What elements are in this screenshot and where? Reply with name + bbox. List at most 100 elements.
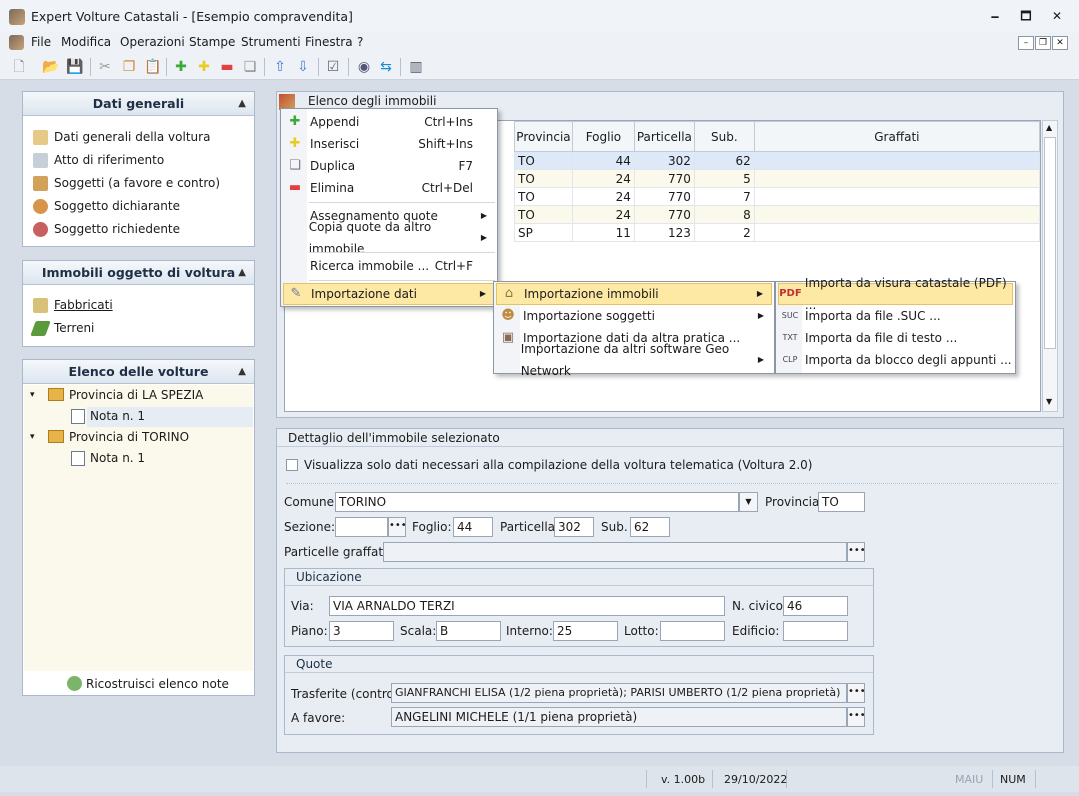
table-row[interactable]: SP 11 123 2 (514, 223, 1041, 242)
exit-icon[interactable]: ▥ (407, 58, 425, 76)
menu-help[interactable]: ? (357, 35, 363, 49)
duplicate-icon[interactable]: ❏ (241, 58, 259, 76)
menu-operazioni[interactable]: Operazioni (120, 35, 185, 49)
tree-item-la-spezia[interactable]: Provincia di LA SPEZIA (69, 388, 203, 402)
lotto-field[interactable] (660, 621, 725, 641)
menu-item-duplica[interactable]: ❏ Duplica F7 (283, 155, 495, 177)
expand-icon[interactable]: ▾ (30, 390, 35, 400)
nav-atto-riferimento[interactable]: Atto di riferimento (33, 150, 164, 170)
col-particella[interactable]: Particella (633, 121, 695, 152)
title-bar: Expert Volture Catastali - [Esempio comp… (0, 0, 1079, 34)
collapse-icon[interactable]: ▲ (238, 92, 246, 116)
sezione-field[interactable] (335, 517, 388, 537)
provincia-field[interactable]: TO (818, 492, 865, 512)
collapse-icon[interactable]: ▲ (238, 360, 246, 384)
panel-header[interactable]: Immobili oggetto di voltura ▲ (23, 261, 254, 285)
tree-item-nota[interactable]: Nota n. 1 (90, 451, 145, 465)
rebuild-notes-button[interactable]: Ricostruisci elenco note (67, 676, 229, 691)
teamviewer-icon[interactable]: ⇆ (377, 58, 395, 76)
menu-stampe[interactable]: Stampe (189, 35, 235, 49)
chevron-down-icon[interactable]: ▼ (739, 492, 758, 512)
nav-soggetto-dichiarante[interactable]: Soggetto dichiarante (33, 196, 180, 216)
col-provincia[interactable]: Provincia (514, 121, 573, 152)
col-sub[interactable]: Sub. (693, 121, 755, 152)
table-row[interactable]: TO 44 302 62 (514, 151, 1041, 170)
menu-item-importazione-geo-network[interactable]: Importazione da altri software Geo Netwo… (496, 342, 772, 378)
menu-item-importazione-immobili[interactable]: ⌂ Importazione immobili ▶ (496, 283, 772, 305)
mdi-restore-button[interactable]: ❐ (1035, 36, 1051, 50)
civico-field[interactable]: 46 (783, 596, 848, 616)
move-up-icon[interactable]: ⇧ (271, 58, 289, 76)
minimize-button[interactable]: 🗕 (986, 8, 1004, 24)
mdi-minimize-button[interactable]: – (1018, 36, 1034, 50)
paste-icon[interactable]: 📋 (144, 58, 162, 76)
interno-field[interactable]: 25 (553, 621, 618, 641)
favore-browse-button[interactable]: ••• (847, 707, 866, 727)
table-row[interactable]: TO 24 770 7 (514, 187, 1041, 206)
save-icon[interactable]: 💾 (66, 58, 84, 76)
menu-item-ricerca[interactable]: Ricerca immobile ... Ctrl+F (283, 255, 495, 277)
contro-field[interactable]: GIANFRANCHI ELISA (1/2 piena proprietà);… (391, 683, 847, 703)
append-icon[interactable]: ✚ (172, 58, 190, 76)
mdi-close-button[interactable]: ✕ (1052, 36, 1068, 50)
nav-soggetti[interactable]: Soggetti (a favore e contro) (33, 173, 220, 193)
sub-field[interactable]: 62 (630, 517, 670, 537)
menu-file[interactable]: File (31, 35, 51, 49)
foglio-field[interactable]: 44 (453, 517, 493, 537)
close-button[interactable]: ✕ (1048, 8, 1066, 24)
graffate-field[interactable] (383, 542, 847, 562)
menu-item-appendi[interactable]: ✚ Appendi Ctrl+Ins (283, 111, 495, 133)
table-row[interactable]: TO 24 770 5 (514, 169, 1041, 188)
tree-item-nota[interactable]: Nota n. 1 (90, 409, 145, 423)
nav-fabbricati[interactable]: Fabbricati (33, 295, 113, 315)
menu-item-importazione-soggetti[interactable]: ☻ Importazione soggetti ▶ (496, 305, 772, 327)
edificio-field[interactable] (783, 621, 848, 641)
nav-terreni[interactable]: Terreni (30, 318, 94, 338)
open-folder-icon[interactable]: 📂 (42, 58, 60, 76)
help-icon[interactable]: ◉ (355, 58, 373, 76)
check-icon[interactable]: ☑ (324, 58, 342, 76)
collapse-icon[interactable]: ▲ (238, 261, 246, 285)
vertical-scrollbar[interactable]: ▲ ▼ (1042, 120, 1058, 412)
cut-icon[interactable]: ✂ (96, 58, 114, 76)
particella-field[interactable]: 302 (554, 517, 594, 537)
sezione-browse-button[interactable]: ••• (388, 517, 407, 537)
graffate-browse-button[interactable]: ••• (847, 542, 866, 562)
menu-item-file-suc[interactable]: SUC Importa da file .SUC ... (778, 305, 1013, 327)
via-field[interactable]: VIA ARNALDO TERZI (329, 596, 725, 616)
new-icon[interactable]: 🗋 (10, 58, 28, 76)
menu-finestra[interactable]: Finestra (305, 35, 353, 49)
menu-item-copia-quote[interactable]: Copia quote da altro immobile ▶ (283, 220, 495, 256)
piano-field[interactable]: 3 (329, 621, 394, 641)
nav-dati-generali[interactable]: Dati generali della voltura (33, 127, 210, 147)
nav-soggetto-richiedente[interactable]: Soggetto richiedente (33, 219, 180, 239)
menu-modifica[interactable]: Modifica (61, 35, 111, 49)
col-foglio[interactable]: Foglio (571, 121, 635, 152)
scroll-thumb[interactable] (1044, 137, 1056, 349)
menu-item-file-testo[interactable]: TXT Importa da file di testo ... (778, 327, 1013, 349)
voltura2-checkbox[interactable] (286, 459, 298, 471)
tree-item-torino[interactable]: Provincia di TORINO (69, 430, 189, 444)
scroll-down-icon[interactable]: ▼ (1046, 397, 1052, 406)
scroll-up-icon[interactable]: ▲ (1046, 123, 1052, 132)
scala-field[interactable]: B (436, 621, 501, 641)
menu-item-visura-pdf[interactable]: PDF Importa da visura catastale (PDF) ... (778, 276, 1013, 312)
insert-icon[interactable]: ✚ (195, 58, 213, 76)
delete-icon[interactable]: ▬ (218, 58, 236, 76)
copy-icon[interactable]: ❐ (120, 58, 138, 76)
panel-header[interactable]: Dati generali ▲ (23, 92, 254, 116)
menu-item-importazione-dati[interactable]: ✎ Importazione dati ▶ (283, 283, 495, 305)
menu-item-elimina[interactable]: ▬ Elimina Ctrl+Del (283, 177, 495, 199)
table-row[interactable]: TO 24 770 8 (514, 205, 1041, 224)
contro-browse-button[interactable]: ••• (847, 683, 866, 703)
menu-item-appunti[interactable]: CLP Importa da blocco degli appunti ... (778, 349, 1013, 371)
menu-item-inserisci[interactable]: ✚ Inserisci Shift+Ins (283, 133, 495, 155)
move-down-icon[interactable]: ⇩ (294, 58, 312, 76)
col-graffati[interactable]: Graffati (753, 121, 1041, 152)
favore-field[interactable]: ANGELINI MICHELE (1/1 piena proprietà) (391, 707, 847, 727)
panel-header[interactable]: Elenco delle volture ▲ (23, 360, 254, 384)
maximize-button[interactable]: 🗖 (1017, 8, 1035, 24)
comune-select[interactable]: TORINO (335, 492, 739, 512)
menu-strumenti[interactable]: Strumenti (241, 35, 301, 49)
expand-icon[interactable]: ▾ (30, 432, 35, 442)
